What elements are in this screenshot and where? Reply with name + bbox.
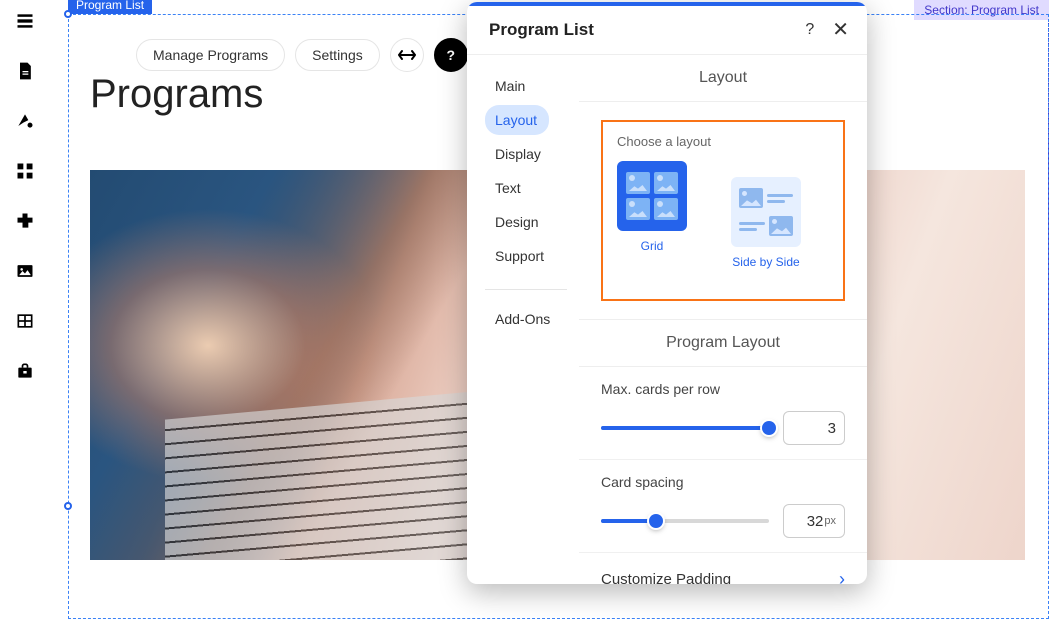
layout-section-title: Layout bbox=[579, 55, 867, 102]
panel-title: Program List bbox=[489, 20, 594, 40]
sidebar-item-design[interactable]: Design bbox=[485, 207, 551, 237]
selection-handle[interactable] bbox=[64, 10, 72, 18]
max-cards-input[interactable]: 3 bbox=[783, 411, 845, 445]
card-spacing-field: Card spacing 32px bbox=[579, 460, 867, 553]
card-spacing-slider[interactable] bbox=[601, 519, 769, 523]
sidebar-item-main[interactable]: Main bbox=[485, 71, 537, 101]
chevron-right-icon: › bbox=[839, 569, 845, 584]
element-toolbar: Manage Programs Settings ? bbox=[136, 38, 468, 72]
layout-option-label: Grid bbox=[641, 239, 664, 253]
settings-button[interactable]: Settings bbox=[295, 39, 380, 71]
data-icon[interactable] bbox=[14, 310, 36, 332]
layout-option-grid[interactable]: Grid bbox=[617, 161, 687, 285]
selection-handle[interactable] bbox=[64, 502, 72, 510]
choose-layout-box: Choose a layout Grid bbox=[601, 120, 845, 301]
stretch-icon[interactable] bbox=[390, 38, 424, 72]
max-cards-field: Max. cards per row 3 bbox=[579, 367, 867, 460]
panel-header: Program List ? ✕ bbox=[467, 6, 867, 55]
max-cards-label: Max. cards per row bbox=[601, 381, 845, 397]
sidebar-item-addons[interactable]: Add-Ons bbox=[485, 304, 562, 334]
sections-icon[interactable] bbox=[14, 10, 36, 32]
page-title: Programs bbox=[90, 72, 263, 117]
customize-padding-label: Customize Padding bbox=[601, 571, 731, 584]
page-icon[interactable] bbox=[14, 60, 36, 82]
card-spacing-label: Card spacing bbox=[601, 474, 845, 490]
panel-help-icon[interactable]: ? bbox=[805, 21, 814, 39]
sidebyside-thumbnail-icon bbox=[731, 177, 801, 247]
manage-programs-button[interactable]: Manage Programs bbox=[136, 39, 285, 71]
sidebar-divider bbox=[485, 289, 567, 290]
card-spacing-input[interactable]: 32px bbox=[783, 504, 845, 538]
panel-sidebar: Main Layout Display Text Design Support … bbox=[467, 55, 579, 584]
choose-layout-label: Choose a layout bbox=[617, 134, 829, 149]
help-icon[interactable]: ? bbox=[434, 38, 468, 72]
layout-option-sidebyside[interactable]: Side by Side bbox=[701, 161, 813, 285]
addons-icon[interactable] bbox=[14, 210, 36, 232]
apps-icon[interactable] bbox=[14, 160, 36, 182]
customize-padding-row[interactable]: Customize Padding › bbox=[579, 553, 867, 584]
business-icon[interactable] bbox=[14, 360, 36, 382]
settings-panel: Program List ? ✕ Main Layout Display Tex… bbox=[467, 2, 867, 584]
selection-tag[interactable]: Program List bbox=[68, 0, 152, 14]
sidebar-item-layout[interactable]: Layout bbox=[485, 105, 549, 135]
media-icon[interactable] bbox=[14, 260, 36, 282]
grid-thumbnail-icon bbox=[617, 161, 687, 231]
theme-icon[interactable] bbox=[14, 110, 36, 132]
close-icon[interactable]: ✕ bbox=[832, 23, 849, 37]
panel-content: Layout Choose a layout Grid bbox=[579, 55, 867, 584]
max-cards-slider[interactable] bbox=[601, 426, 769, 430]
sidebar-item-display[interactable]: Display bbox=[485, 139, 553, 169]
sidebar-item-support[interactable]: Support bbox=[485, 241, 556, 271]
program-layout-section-title: Program Layout bbox=[579, 319, 867, 367]
layout-option-label: Side by Side bbox=[732, 255, 799, 269]
left-rail bbox=[0, 0, 50, 589]
sidebar-item-text[interactable]: Text bbox=[485, 173, 533, 203]
